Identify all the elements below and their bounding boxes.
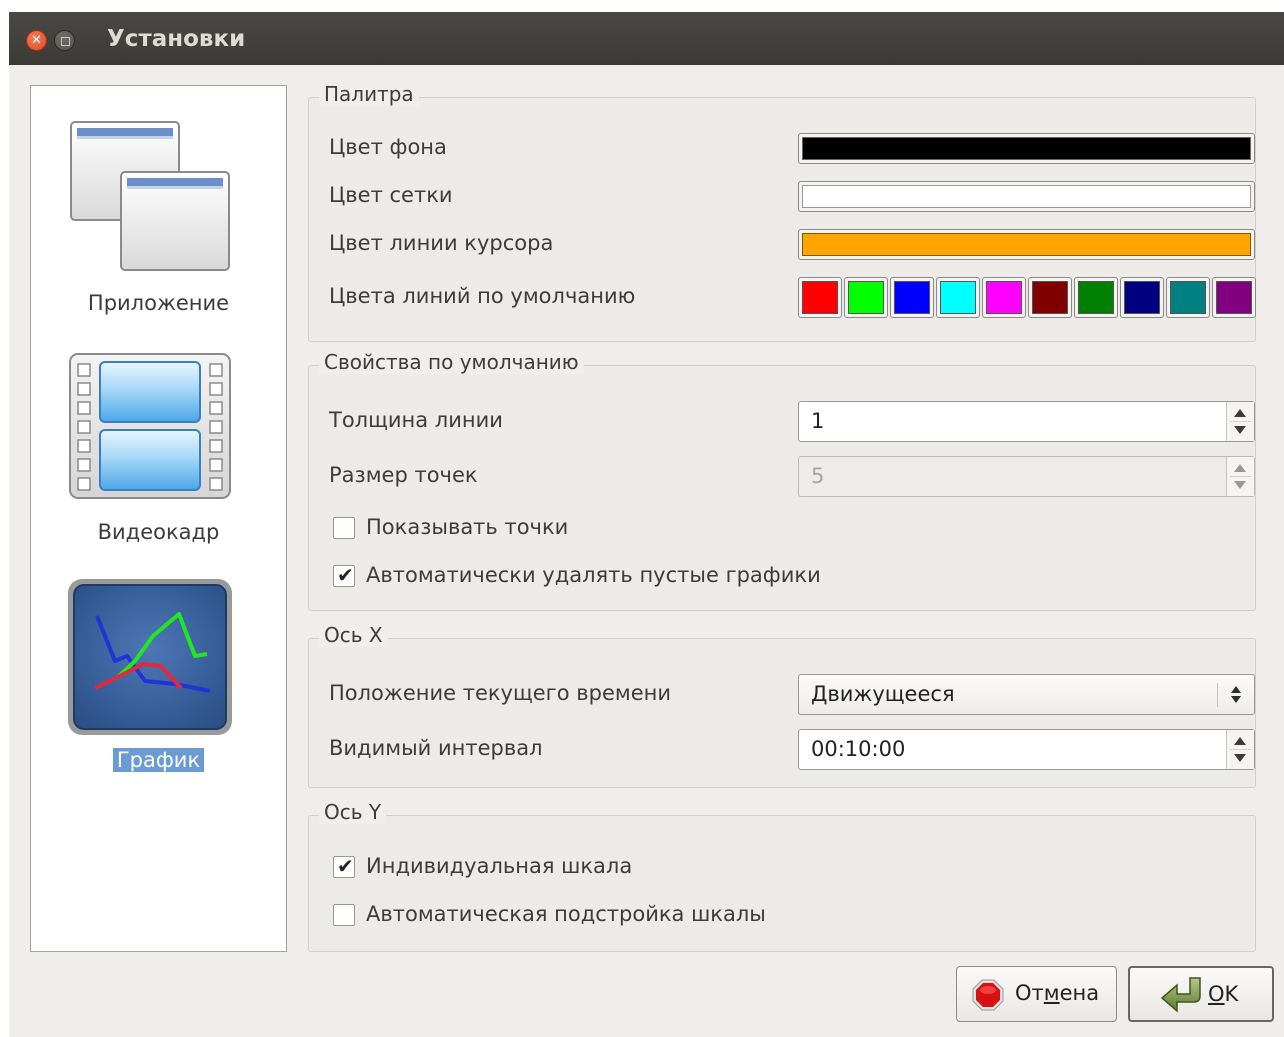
ok-button[interactable]: OK (1128, 966, 1274, 1022)
line-color-swatch-3[interactable] (890, 277, 934, 318)
group-title: Ось Y (319, 800, 387, 824)
swatch-fill (1216, 281, 1252, 314)
select-up-arrow-icon (1231, 686, 1241, 693)
checkmark-icon: ✔ (337, 563, 354, 587)
sidebar-item-chart[interactable]: График (31, 576, 286, 786)
swatch-fill (1032, 281, 1068, 314)
ok-label: OK (1208, 982, 1239, 1006)
current-time-position-label: Положение текущего времени (329, 681, 672, 705)
sidebar-item-label: График (31, 748, 286, 772)
return-arrow-icon (1160, 977, 1201, 1013)
point-size-label: Размер точек (329, 463, 478, 487)
decrement-arrow-icon[interactable] (1234, 754, 1246, 762)
decrement-arrow-icon[interactable] (1234, 481, 1246, 489)
grid-color-fill (802, 185, 1251, 208)
line-color-swatch-7[interactable] (1074, 277, 1118, 318)
line-color-swatch-5[interactable] (982, 277, 1026, 318)
sidebar-item-label: Видеокадр (97, 520, 220, 544)
current-time-position-value: Движущееся (811, 682, 955, 706)
swatch-fill (986, 281, 1022, 314)
background-color-button[interactable] (798, 133, 1255, 164)
swatch-fill (848, 281, 884, 314)
close-window-button[interactable]: ✕ (26, 30, 47, 51)
group-title: Ось X (319, 623, 388, 647)
line-width-stepper[interactable] (1226, 402, 1254, 441)
settings-dialog: ✕ Установки Приложение Видеокадр График … (9, 12, 1284, 1037)
application-windows-icon (70, 121, 230, 271)
current-time-position-select[interactable]: Движущееся (798, 674, 1255, 715)
line-color-swatch-8[interactable] (1120, 277, 1164, 318)
visible-interval-label: Видимый интервал (329, 736, 543, 760)
point-size-stepper[interactable] (1226, 457, 1254, 496)
decrement-arrow-icon[interactable] (1234, 426, 1246, 434)
cancel-label: Отмена (1015, 981, 1100, 1005)
line-width-spinbox[interactable]: 1 (798, 401, 1255, 442)
increment-arrow-icon[interactable] (1234, 409, 1246, 417)
cancel-button[interactable]: Отмена (956, 966, 1117, 1022)
auto-remove-empty-checkbox[interactable]: ✔ (333, 563, 355, 587)
visible-interval-stepper[interactable] (1226, 730, 1254, 769)
show-points-checkbox[interactable] (333, 517, 355, 539)
line-color-swatch-10[interactable] (1212, 277, 1256, 318)
title-bar: ✕ Установки (9, 12, 1284, 65)
swatch-fill (894, 281, 930, 314)
cursor-line-color-fill (802, 233, 1251, 256)
sidebar-item-application[interactable]: Приложение (31, 116, 286, 351)
auto-remove-empty-label[interactable]: Автоматически удалять пустые графики (366, 563, 821, 587)
visible-interval-value: 00:10:00 (811, 737, 906, 761)
maximize-window-button[interactable] (54, 30, 75, 51)
swatch-fill (940, 281, 976, 314)
line-color-swatch-6[interactable] (1028, 277, 1072, 318)
swatch-fill (802, 281, 838, 314)
background-color-fill (802, 137, 1251, 160)
cursor-line-color-label: Цвет линии курсора (329, 231, 554, 255)
point-size-spinbox[interactable]: 5 (798, 456, 1255, 497)
group-title: Свойства по умолчанию (319, 350, 584, 374)
grid-color-label: Цвет сетки (329, 183, 453, 207)
select-down-arrow-icon (1231, 696, 1241, 703)
cursor-line-color-button[interactable] (798, 229, 1255, 260)
settings-category-list: Приложение Видеокадр График (30, 85, 287, 952)
visible-interval-spinbox[interactable]: 00:10:00 (798, 729, 1255, 770)
swatch-fill (1124, 281, 1160, 314)
axis-y-group: Ось Y ✔ Индивидуальная шкала Автоматичес… (308, 800, 1256, 952)
line-width-value: 1 (811, 409, 825, 433)
grid-color-button[interactable] (798, 181, 1255, 212)
chart-icon (68, 579, 232, 735)
video-frame-icon (69, 353, 231, 499)
line-color-swatch-1[interactable] (798, 277, 842, 318)
increment-arrow-icon[interactable] (1234, 737, 1246, 745)
show-points-label[interactable]: Показывать точки (366, 515, 568, 539)
background-color-label: Цвет фона (329, 135, 447, 159)
stop-sign-icon (972, 979, 1004, 1011)
auto-scale-label[interactable]: Автоматическая подстройка шкалы (366, 902, 766, 926)
axis-x-group: Ось X Положение текущего времени Движуще… (308, 623, 1256, 788)
point-size-value: 5 (811, 464, 825, 488)
swatch-fill (1170, 281, 1206, 314)
palette-group: Палитра Цвет фона Цвет сетки Цвет линии … (308, 82, 1256, 342)
sidebar-item-label: Приложение (87, 291, 230, 315)
line-color-swatch-2[interactable] (844, 277, 888, 318)
window-title: Установки (107, 26, 246, 52)
individual-scale-checkbox[interactable]: ✔ (333, 854, 355, 878)
default-properties-group: Свойства по умолчанию Толщина линии 1 Ра… (308, 350, 1256, 611)
checkmark-icon: ✔ (337, 854, 354, 878)
default-line-colors-label: Цвета линий по умолчанию (329, 284, 636, 308)
line-color-swatch-9[interactable] (1166, 277, 1210, 318)
sidebar-item-video-frame[interactable]: Видеокадр (31, 351, 286, 561)
group-title: Палитра (319, 82, 419, 106)
individual-scale-label[interactable]: Индивидуальная шкала (366, 854, 632, 878)
line-color-swatch-4[interactable] (936, 277, 980, 318)
swatch-fill (1078, 281, 1114, 314)
increment-arrow-icon[interactable] (1234, 464, 1246, 472)
line-width-label: Толщина линии (329, 408, 503, 432)
auto-scale-checkbox[interactable] (333, 904, 355, 926)
